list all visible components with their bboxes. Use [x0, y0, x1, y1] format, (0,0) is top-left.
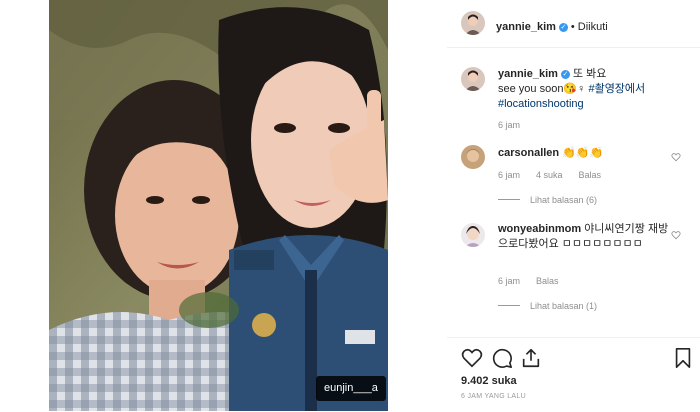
comment-body: wonyeabinmom 야니씨연기짱 재방으로다봤어요 ㅁㅁㅁㅁㅁㅁㅁㅁ: [498, 222, 670, 252]
caption-text-2: see you soon😘♀: [498, 83, 586, 95]
separator-dot: •: [570, 21, 575, 33]
caption-text: 또 봐요: [572, 68, 607, 80]
view-replies-label: Lihat balasan (1): [530, 301, 598, 311]
comment-time[interactable]: 6 jam: [498, 170, 520, 180]
reply-button[interactable]: Balas: [536, 276, 559, 286]
hashtag-link[interactable]: #촬영장에서: [588, 83, 645, 95]
comment-meta: 6 jam Balas: [498, 276, 575, 286]
comment-username[interactable]: carsonallen: [498, 147, 559, 159]
divider: [498, 305, 520, 306]
comment-time[interactable]: 6 jam: [498, 276, 520, 286]
share-icon[interactable]: [520, 347, 542, 369]
post-header: yannie_kim ✓ • Diikuti: [447, 0, 700, 48]
comment-avatar[interactable]: [461, 145, 485, 169]
comment-icon[interactable]: [491, 347, 513, 369]
view-replies[interactable]: Lihat balasan (1): [498, 301, 597, 311]
photo-image: [49, 0, 388, 411]
header-username[interactable]: yannie_kim: [496, 21, 556, 33]
comment-body: carsonallen 👏👏👏: [498, 146, 668, 161]
post-actions: 9.402 suka 6 JAM YANG LALU: [447, 337, 700, 412]
verified-badge-icon: ✓: [558, 23, 568, 32]
like-comment-heart-icon[interactable]: [671, 230, 681, 240]
hashtag-link[interactable]: #locationshooting: [498, 98, 584, 110]
view-replies[interactable]: Lihat balasan (6): [498, 195, 597, 205]
caption-time[interactable]: 6 jam: [498, 120, 520, 130]
avatar[interactable]: [461, 11, 485, 35]
comment-username[interactable]: wonyeabinmom: [498, 223, 581, 235]
comment-avatar[interactable]: [461, 223, 485, 247]
caption-avatar[interactable]: [461, 67, 485, 91]
comment-likes[interactable]: 4 suka: [536, 170, 563, 180]
comment-meta: 6 jam 4 suka Balas: [498, 170, 617, 180]
photo-user-tag[interactable]: eunjin___a: [316, 376, 386, 401]
caption-username[interactable]: yannie_kim: [498, 68, 558, 80]
bookmark-icon[interactable]: [672, 347, 694, 369]
post-sidebar: yannie_kim ✓ • Diikuti yannie_kim ✓ 또 봐요 see…: [447, 0, 700, 411]
heart-icon[interactable]: [461, 347, 483, 369]
like-comment-heart-icon[interactable]: [671, 152, 681, 162]
verified-badge-icon: ✓: [560, 70, 570, 79]
view-replies-label: Lihat balasan (6): [530, 195, 598, 205]
post-photo[interactable]: eunjin___a: [49, 0, 388, 411]
divider: [498, 199, 520, 200]
post-time-ago[interactable]: 6 JAM YANG LALU: [461, 393, 526, 400]
reply-button[interactable]: Balas: [579, 170, 602, 180]
following-button[interactable]: Diikuti: [578, 21, 608, 33]
comment-text: 👏👏👏: [562, 147, 604, 159]
caption: yannie_kim ✓ 또 봐요 see you soon😘♀ #촬영장에서 #…: [498, 67, 688, 112]
likes-count[interactable]: 9.402 suka: [461, 375, 517, 387]
